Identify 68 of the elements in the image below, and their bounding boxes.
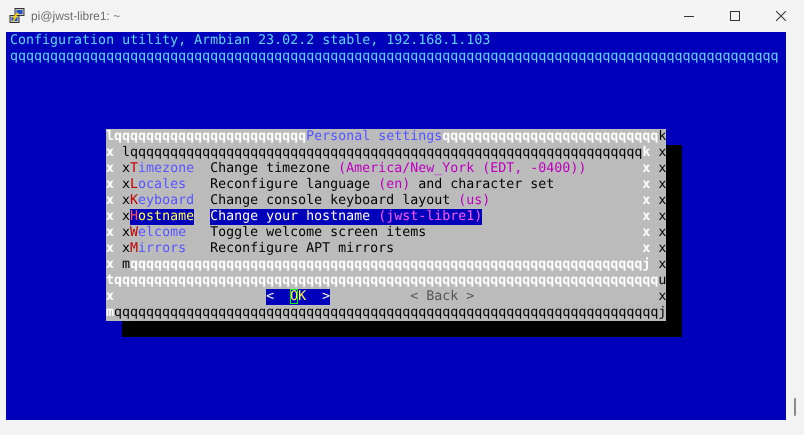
box-border: j — [658, 305, 666, 321]
box-border: t — [106, 273, 114, 289]
box-border: x — [642, 225, 650, 241]
window-title: pi@jwst-libre1: ~ — [31, 9, 120, 23]
box-border: k — [658, 129, 666, 145]
box-border: x — [658, 241, 666, 257]
box-border: m — [122, 257, 130, 273]
menu-item[interactable]: Timezone — [130, 161, 194, 177]
box-border: x — [658, 193, 666, 209]
close-icon — [776, 11, 786, 21]
box-border: x — [642, 161, 650, 177]
box-border: x — [642, 209, 650, 225]
box-border: x — [106, 225, 114, 241]
maximize-icon — [730, 11, 740, 21]
box-border: qqqqqqqqqqqqqqqqqqqqqqqqqqq — [442, 129, 658, 145]
dialog-title: Personal settings — [306, 129, 442, 145]
box-border: u — [658, 273, 666, 289]
box-border: x — [642, 193, 650, 209]
menu-item-description: Toggle welcome screen items — [210, 225, 426, 241]
header-rule: qqqqqqqqqqqqqqqqqqqqqqqqqqqqqqqqqqqqqqqqqqqqqqqqqqqqqqqqqqqqqqqqqqqqqqqqqqqqqqqqqqqqqqqqqqqqqqqq — [10, 49, 780, 65]
box-border: l — [122, 145, 130, 161]
menu-item[interactable]: Mirrors — [130, 241, 194, 257]
box-border: x — [122, 193, 130, 209]
box-border: qqqqqqqqqqqqqqqqqqqqqqqqqqqqqqqqqqqqqqqqqqqqqqqqqqqqqqqqqqqqqqqq — [130, 257, 642, 273]
menu-item-description: Change console keyboard layout (us) — [210, 193, 490, 209]
box-border: x — [106, 177, 114, 193]
box-border: qqqqqqqqqqqqqqqqqqqqqqqqqqqqqqqqqqqqqqqqqqqqqqqqqqqqqqqqqqqqqqqqqqqq — [114, 273, 658, 289]
box-border: l — [106, 129, 114, 145]
box-border: m — [106, 305, 114, 321]
box-border: x — [106, 257, 114, 273]
box-border: qqqqqqqqqqqqqqqqqqqqqqqqqqqqqqqqqqqqqqqqqqqqqqqqqqqqqqqqqqqqqqqqqqqq — [114, 305, 658, 321]
terminal-header: Configuration utility, Armbian 23.02.2 stable, 192.168.1.103 — [10, 33, 492, 49]
box-border: x — [122, 209, 130, 225]
menu-item[interactable]: Welcome — [130, 225, 194, 241]
menu-item[interactable]: Keyboard — [130, 193, 194, 209]
box-border: x — [122, 177, 130, 193]
box-border: x — [106, 209, 114, 225]
box-border: x — [658, 209, 666, 225]
box-border: x — [106, 241, 114, 257]
box-border: x — [106, 193, 114, 209]
ok-button[interactable]: < OK > — [266, 289, 330, 305]
box-border: k — [642, 145, 650, 161]
box-border: x — [642, 241, 650, 257]
back-button[interactable]: < Back > — [410, 289, 474, 305]
menu-item-description: Change timezone (America/New_York (EDT, -0400)) — [210, 161, 586, 177]
menu-item[interactable]: Locales — [130, 177, 194, 193]
box-border: x — [658, 161, 666, 177]
box-border: x — [658, 145, 666, 161]
menu-item-description: Reconfigure language (en) and character set — [210, 177, 554, 193]
box-border: x — [642, 177, 650, 193]
box-border: x — [106, 161, 114, 177]
box-border: x — [106, 145, 114, 161]
box-border: qqqqqqqqqqqqqqqqqqqqqqqq — [114, 129, 306, 145]
scrollbar-thumb — [794, 398, 796, 416]
box-border: x — [122, 241, 130, 257]
box-border: qqqqqqqqqqqqqqqqqqqqqqqqqqqqqqqqqqqqqqqqqqqqqqqqqqqqqqqqqqqqqqqq — [130, 145, 642, 161]
menu-item[interactable]: Hostname — [130, 209, 194, 225]
box-border: x — [122, 225, 130, 241]
box-border: x — [658, 225, 666, 241]
menu-item-description: Reconfigure APT mirrors — [210, 241, 394, 257]
box-border: x — [658, 257, 666, 273]
box-border: x — [122, 161, 130, 177]
box-border: x — [106, 289, 114, 305]
menu-item-description: Change your hostname (jwst-libre1) — [210, 209, 482, 225]
box-border: x — [658, 289, 666, 305]
box-border: j — [642, 257, 650, 273]
box-border: x — [658, 177, 666, 193]
computer-icon — [9, 8, 25, 24]
